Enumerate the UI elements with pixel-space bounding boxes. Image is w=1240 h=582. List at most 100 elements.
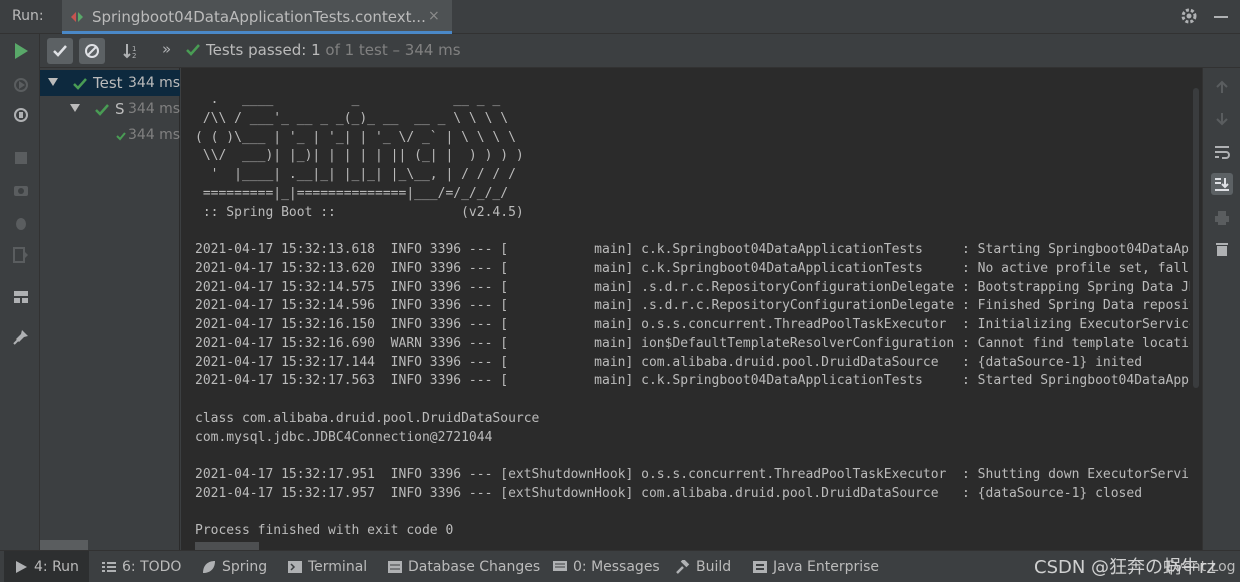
ignored-icon (85, 44, 99, 58)
tab-build[interactable]: Build (676, 551, 731, 582)
run-tool-window-header: Run: Springboot04DataApplicationTests.co… (0, 0, 1240, 34)
console-horizontal-scrollbar[interactable] (195, 542, 259, 550)
passed-icon (186, 44, 200, 56)
print-button[interactable] (1211, 207, 1233, 229)
console-line: /\\ / ___'_ __ _ _(_)_ __ __ _ \ \ \ \ (195, 110, 509, 126)
toggle-auto-test-icon[interactable] (12, 106, 30, 124)
tree-item-method[interactable]: 344 ms (40, 122, 180, 148)
play-icon (16, 561, 27, 573)
check-icon (53, 45, 67, 57)
rerun-icon[interactable] (12, 42, 30, 60)
run-label: Run: (12, 8, 44, 24)
down-button[interactable] (1211, 108, 1233, 130)
tree-item-time: 344 ms (128, 101, 181, 117)
tab-messages[interactable]: 0: Messages (553, 551, 660, 582)
close-tab-icon[interactable]: × (428, 8, 440, 24)
console-line: 2021-04-17 15:32:13.618 INFO 3396 --- [ … (195, 242, 1202, 257)
console-line: 2021-04-17 15:32:13.620 INFO 3396 --- [ … (195, 260, 1202, 276)
camera-icon[interactable] (12, 181, 30, 199)
passed-icon (73, 78, 87, 90)
svg-text:2: 2 (132, 52, 136, 59)
pin-icon[interactable] (12, 328, 30, 346)
console-line: \\/ ___)| |_)| | | | | || (_| | ) ) ) ) (195, 148, 524, 164)
test-tree: Test 344 ms S 344 ms 344 ms (40, 68, 180, 550)
status-prefix: Tests passed: (206, 41, 307, 59)
console-line: ' |____| .__|_| |_|_| |_\__, | / / / / (195, 167, 516, 182)
tab-database-changes-label: Database Changes (408, 559, 541, 575)
gear-icon[interactable] (1180, 7, 1198, 25)
sort-button[interactable]: 1 2 (118, 38, 144, 64)
console-line: 2021-04-17 15:32:16.150 INFO 3396 --- [ … (195, 317, 1197, 332)
tab-java-enterprise-label: Java Enterprise (773, 559, 880, 575)
tool-window-bar: 4: Run 6: TODO Spring Terminal Database … (0, 550, 1240, 582)
list-icon (102, 562, 116, 572)
tree-scrollbar[interactable] (40, 540, 88, 550)
tree-item-time: 344 ms (128, 127, 181, 143)
console-line: 2021-04-17 15:32:17.951 INFO 3396 --- [e… (195, 467, 1202, 482)
tab-spring[interactable]: Spring (202, 551, 267, 582)
show-ignored-button[interactable] (79, 38, 105, 64)
clear-all-button[interactable] (1211, 238, 1233, 260)
tab-java-enterprise[interactable]: Java Enterprise (753, 551, 879, 582)
expand-arrow-icon[interactable] (70, 104, 80, 112)
tree-item-class[interactable]: S 344 ms (40, 96, 180, 122)
tree-item-time: 344 ms (128, 75, 181, 91)
up-button[interactable] (1211, 76, 1233, 98)
scroll-to-end-icon (1215, 178, 1229, 191)
tab-spring-label: Spring (222, 559, 268, 575)
expand-arrow-icon[interactable] (48, 78, 58, 86)
layout-icon[interactable] (12, 288, 30, 306)
console-line: 2021-04-17 15:32:14.596 INFO 3396 --- [ … (195, 298, 1202, 314)
arrow-up-icon (1216, 80, 1228, 93)
console-vertical-scrollbar[interactable] (1190, 68, 1202, 550)
arrow-down-icon (1216, 113, 1228, 126)
console-line: 2021-04-17 15:32:14.575 INFO 3396 --- [ … (195, 279, 1202, 295)
messages-icon (553, 561, 567, 571)
tab-title: Springboot04DataApplicationTests.context… (92, 8, 426, 26)
console-output[interactable]: . ____ _ __ _ _ /\\ / ___'_ __ _ _(_)_ _… (181, 68, 1202, 550)
bug-icon[interactable] (12, 214, 30, 232)
console-line: . ____ _ __ _ _ (195, 92, 501, 107)
console-line: class com.alibaba.druid.pool.DruidDataSo… (195, 410, 540, 426)
console-line: 2021-04-17 15:32:17.144 INFO 3396 --- [ … (195, 354, 1143, 370)
tab-terminal[interactable]: Terminal (288, 551, 367, 582)
watermark: CSDN @狂奔の蜗牛rz (1034, 557, 1216, 578)
console-line: 2021-04-17 15:32:16.690 WARN 3396 --- [ … (195, 335, 1202, 351)
console-line: 2021-04-17 15:32:17.957 INFO 3396 --- [e… (195, 485, 1143, 501)
hammer-icon (676, 560, 690, 574)
exit-icon[interactable] (12, 246, 30, 264)
tree-item-test[interactable]: Test 344 ms (40, 70, 180, 96)
console-line: 2021-04-17 15:32:17.563 INFO 3396 --- [ … (195, 373, 1202, 389)
show-passed-button[interactable] (47, 38, 73, 64)
stop-icon[interactable] (12, 149, 30, 167)
scroll-to-end-button[interactable] (1211, 173, 1233, 195)
rerun-failed-icon[interactable] (12, 76, 30, 94)
print-icon (1215, 211, 1229, 225)
database-icon (388, 561, 402, 573)
tab-run[interactable]: 4: Run (4, 551, 89, 582)
more-actions[interactable]: » (162, 40, 171, 58)
test-runner-toolbar: 1 2 » Tests passed: 1 of 1 test – 344 ms (40, 34, 1240, 68)
console-line: Process finished with exit code 0 (195, 523, 454, 539)
test-status: Tests passed: 1 of 1 test – 344 ms (206, 41, 461, 59)
status-count: 1 (311, 41, 321, 59)
tab-todo-label: 6: TODO (122, 559, 182, 575)
tree-item-label: Test (93, 74, 123, 92)
java-enterprise-icon (753, 561, 767, 573)
tab-database-changes[interactable]: Database Changes (388, 551, 540, 582)
run-config-tab[interactable]: Springboot04DataApplicationTests.context… (62, 0, 452, 34)
passed-small-icon (116, 132, 126, 141)
scrollbar-thumb[interactable] (1193, 88, 1199, 388)
test-config-icon (71, 12, 83, 22)
sort-icon: 1 2 (123, 44, 136, 59)
soft-wrap-button[interactable] (1211, 141, 1233, 163)
tab-terminal-label: Terminal (308, 559, 368, 575)
tab-todo[interactable]: 6: TODO (102, 551, 181, 582)
minimize-icon[interactable] (1214, 16, 1228, 18)
passed-icon (95, 104, 109, 116)
console-line: com.mysql.jdbc.JDBC4Connection@2721044 (195, 429, 493, 445)
status-rest: of 1 test – 344 ms (325, 41, 461, 59)
console-line: :: Spring Boot :: (v2.4.5) (195, 204, 524, 220)
terminal-icon (288, 561, 302, 573)
leaf-icon (203, 561, 215, 573)
